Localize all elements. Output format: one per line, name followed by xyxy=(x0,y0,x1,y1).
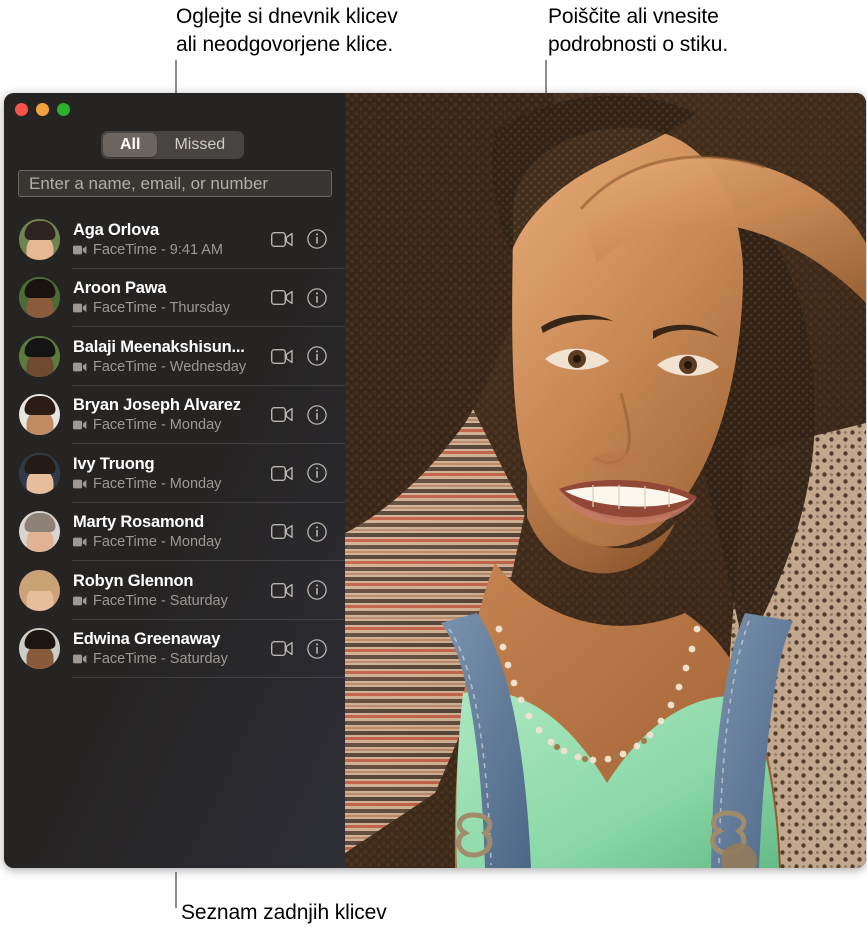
call-list-row[interactable]: Robyn Glennon FaceTime - Saturday xyxy=(4,561,345,620)
call-detail-text: FaceTime - Monday xyxy=(93,534,222,551)
call-detail-text: FaceTime - Thursday xyxy=(93,300,230,317)
info-circle-icon[interactable] xyxy=(305,637,329,661)
call-detail-text: FaceTime - Wednesday xyxy=(93,358,247,375)
call-filter-segmented-control[interactable]: All Missed xyxy=(101,131,245,159)
contact-name: Edwina Greenaway xyxy=(73,630,221,649)
contact-name: Aga Orlova xyxy=(73,220,160,239)
call-detail-text: FaceTime - Monday xyxy=(93,417,222,434)
call-row-actions xyxy=(270,578,329,602)
call-detail: FaceTime - Monday xyxy=(73,416,264,434)
recent-calls-list: Aga Orlova FaceTime - 9:41 AM Aroon Pawa Fa… xyxy=(4,210,345,868)
contact-name: Bryan Joseph Alvarez xyxy=(73,396,241,415)
sidebar: All Missed Aga OrlovaFaceTime - 9:41 AMA… xyxy=(4,93,345,868)
call-row-text: Balaji Meenakshisun... FaceTime - Wednesd… xyxy=(73,337,270,376)
avatar xyxy=(19,628,60,670)
minimize-button[interactable] xyxy=(36,103,49,116)
avatar xyxy=(19,277,60,319)
info-circle-icon[interactable] xyxy=(305,578,329,602)
search-input[interactable] xyxy=(27,172,323,195)
call-row-text: Robyn Glennon FaceTime - Saturday xyxy=(73,571,270,610)
call-list-row[interactable]: Bryan Joseph Alvarez FaceTime - Monday xyxy=(4,386,345,445)
avatar xyxy=(19,452,60,494)
close-button[interactable] xyxy=(15,103,28,116)
video-camera-icon[interactable] xyxy=(270,461,294,485)
call-row-text: Bryan Joseph Alvarez FaceTime - Monday xyxy=(73,395,270,434)
call-list-row[interactable]: Aga Orlova FaceTime - 9:41 AM xyxy=(4,210,345,269)
tab-missed[interactable]: Missed xyxy=(157,133,242,157)
avatar xyxy=(19,569,60,611)
call-row-text: Marty Rosamond FaceTime - Monday xyxy=(73,512,270,551)
call-row-actions xyxy=(270,286,329,310)
call-detail-text: FaceTime - Saturday xyxy=(93,651,228,668)
call-list-row[interactable]: Marty Rosamond FaceTime - Monday xyxy=(4,503,345,562)
facetime-video-feed[interactable] xyxy=(345,93,866,868)
info-circle-icon[interactable] xyxy=(305,286,329,310)
call-row-text: Ivy Truong FaceTime - Monday xyxy=(73,454,270,493)
call-row-actions xyxy=(270,227,329,251)
zoom-button[interactable] xyxy=(57,103,70,116)
video-camera-small-icon xyxy=(73,596,87,606)
video-camera-small-icon xyxy=(73,245,87,255)
info-circle-icon[interactable] xyxy=(305,344,329,368)
call-detail-text: FaceTime - Monday xyxy=(93,475,222,492)
call-row-actions xyxy=(270,520,329,544)
call-row-text: Aroon Pawa FaceTime - Thursday xyxy=(73,278,270,317)
call-row-text: Aga Orlova FaceTime - 9:41 AM xyxy=(73,220,270,259)
avatar xyxy=(19,218,60,260)
window-traffic-lights xyxy=(15,103,70,116)
avatar xyxy=(19,394,60,436)
call-list-row[interactable]: Aroon Pawa FaceTime - Thursday xyxy=(4,269,345,328)
video-camera-icon[interactable] xyxy=(270,578,294,602)
call-row-actions xyxy=(270,637,329,661)
callout-caption-search: Poiščite ali vnesite podrobnosti o stiku… xyxy=(548,5,729,56)
video-camera-small-icon xyxy=(73,362,87,372)
video-camera-small-icon xyxy=(73,479,87,489)
call-list-row[interactable]: Balaji Meenakshisun... FaceTime - Wednesd… xyxy=(4,327,345,386)
call-row-actions xyxy=(270,344,329,368)
call-detail: FaceTime - Monday xyxy=(73,475,264,493)
video-camera-icon[interactable] xyxy=(270,344,294,368)
call-list-row[interactable]: Edwina Greenaway FaceTime - Saturday xyxy=(4,620,345,679)
video-camera-icon[interactable] xyxy=(270,520,294,544)
call-row-actions xyxy=(270,461,329,485)
avatar xyxy=(19,511,60,553)
video-camera-small-icon xyxy=(73,420,87,430)
video-camera-icon[interactable] xyxy=(270,227,294,251)
callout-caption-recent-calls: Seznam zadnjih klicev xyxy=(181,901,387,924)
leader-line-recent-calls-stem xyxy=(175,872,177,908)
tab-all[interactable]: All xyxy=(103,133,158,157)
search-field[interactable] xyxy=(18,170,332,197)
facetime-window: All Missed Aga OrlovaFaceTime - 9:41 AMA… xyxy=(4,93,866,868)
video-camera-small-icon xyxy=(73,537,87,547)
call-detail: FaceTime - Monday xyxy=(73,533,264,551)
video-camera-icon[interactable] xyxy=(270,286,294,310)
video-camera-icon[interactable] xyxy=(270,637,294,661)
call-detail: FaceTime - Saturday xyxy=(73,592,264,610)
callout-caption-call-log: Oglejte si dnevnik klicev ali neodgovorj… xyxy=(176,5,398,56)
call-detail-text: FaceTime - 9:41 AM xyxy=(93,241,224,258)
info-circle-icon[interactable] xyxy=(305,461,329,485)
call-row-text: Edwina Greenaway FaceTime - Saturday xyxy=(73,629,270,668)
call-detail: FaceTime - Thursday xyxy=(73,299,264,317)
contact-name: Balaji Meenakshisun... xyxy=(73,337,245,356)
video-camera-icon[interactable] xyxy=(270,403,294,427)
contact-name: Robyn Glennon xyxy=(73,571,194,590)
call-detail: FaceTime - Wednesday xyxy=(73,358,264,376)
call-detail: FaceTime - 9:41 AM xyxy=(73,241,264,259)
info-circle-icon[interactable] xyxy=(305,403,329,427)
video-camera-small-icon xyxy=(73,303,87,313)
call-detail: FaceTime - Saturday xyxy=(73,650,264,668)
info-circle-icon[interactable] xyxy=(305,520,329,544)
avatar xyxy=(19,335,60,377)
contact-name: Aroon Pawa xyxy=(73,279,167,298)
contact-name: Marty Rosamond xyxy=(73,513,205,532)
call-list-row[interactable]: Ivy Truong FaceTime - Monday xyxy=(4,444,345,503)
info-circle-icon[interactable] xyxy=(305,227,329,251)
contact-name: Ivy Truong xyxy=(73,454,155,473)
call-row-actions xyxy=(270,403,329,427)
call-detail-text: FaceTime - Saturday xyxy=(93,592,228,609)
video-camera-small-icon xyxy=(73,654,87,664)
